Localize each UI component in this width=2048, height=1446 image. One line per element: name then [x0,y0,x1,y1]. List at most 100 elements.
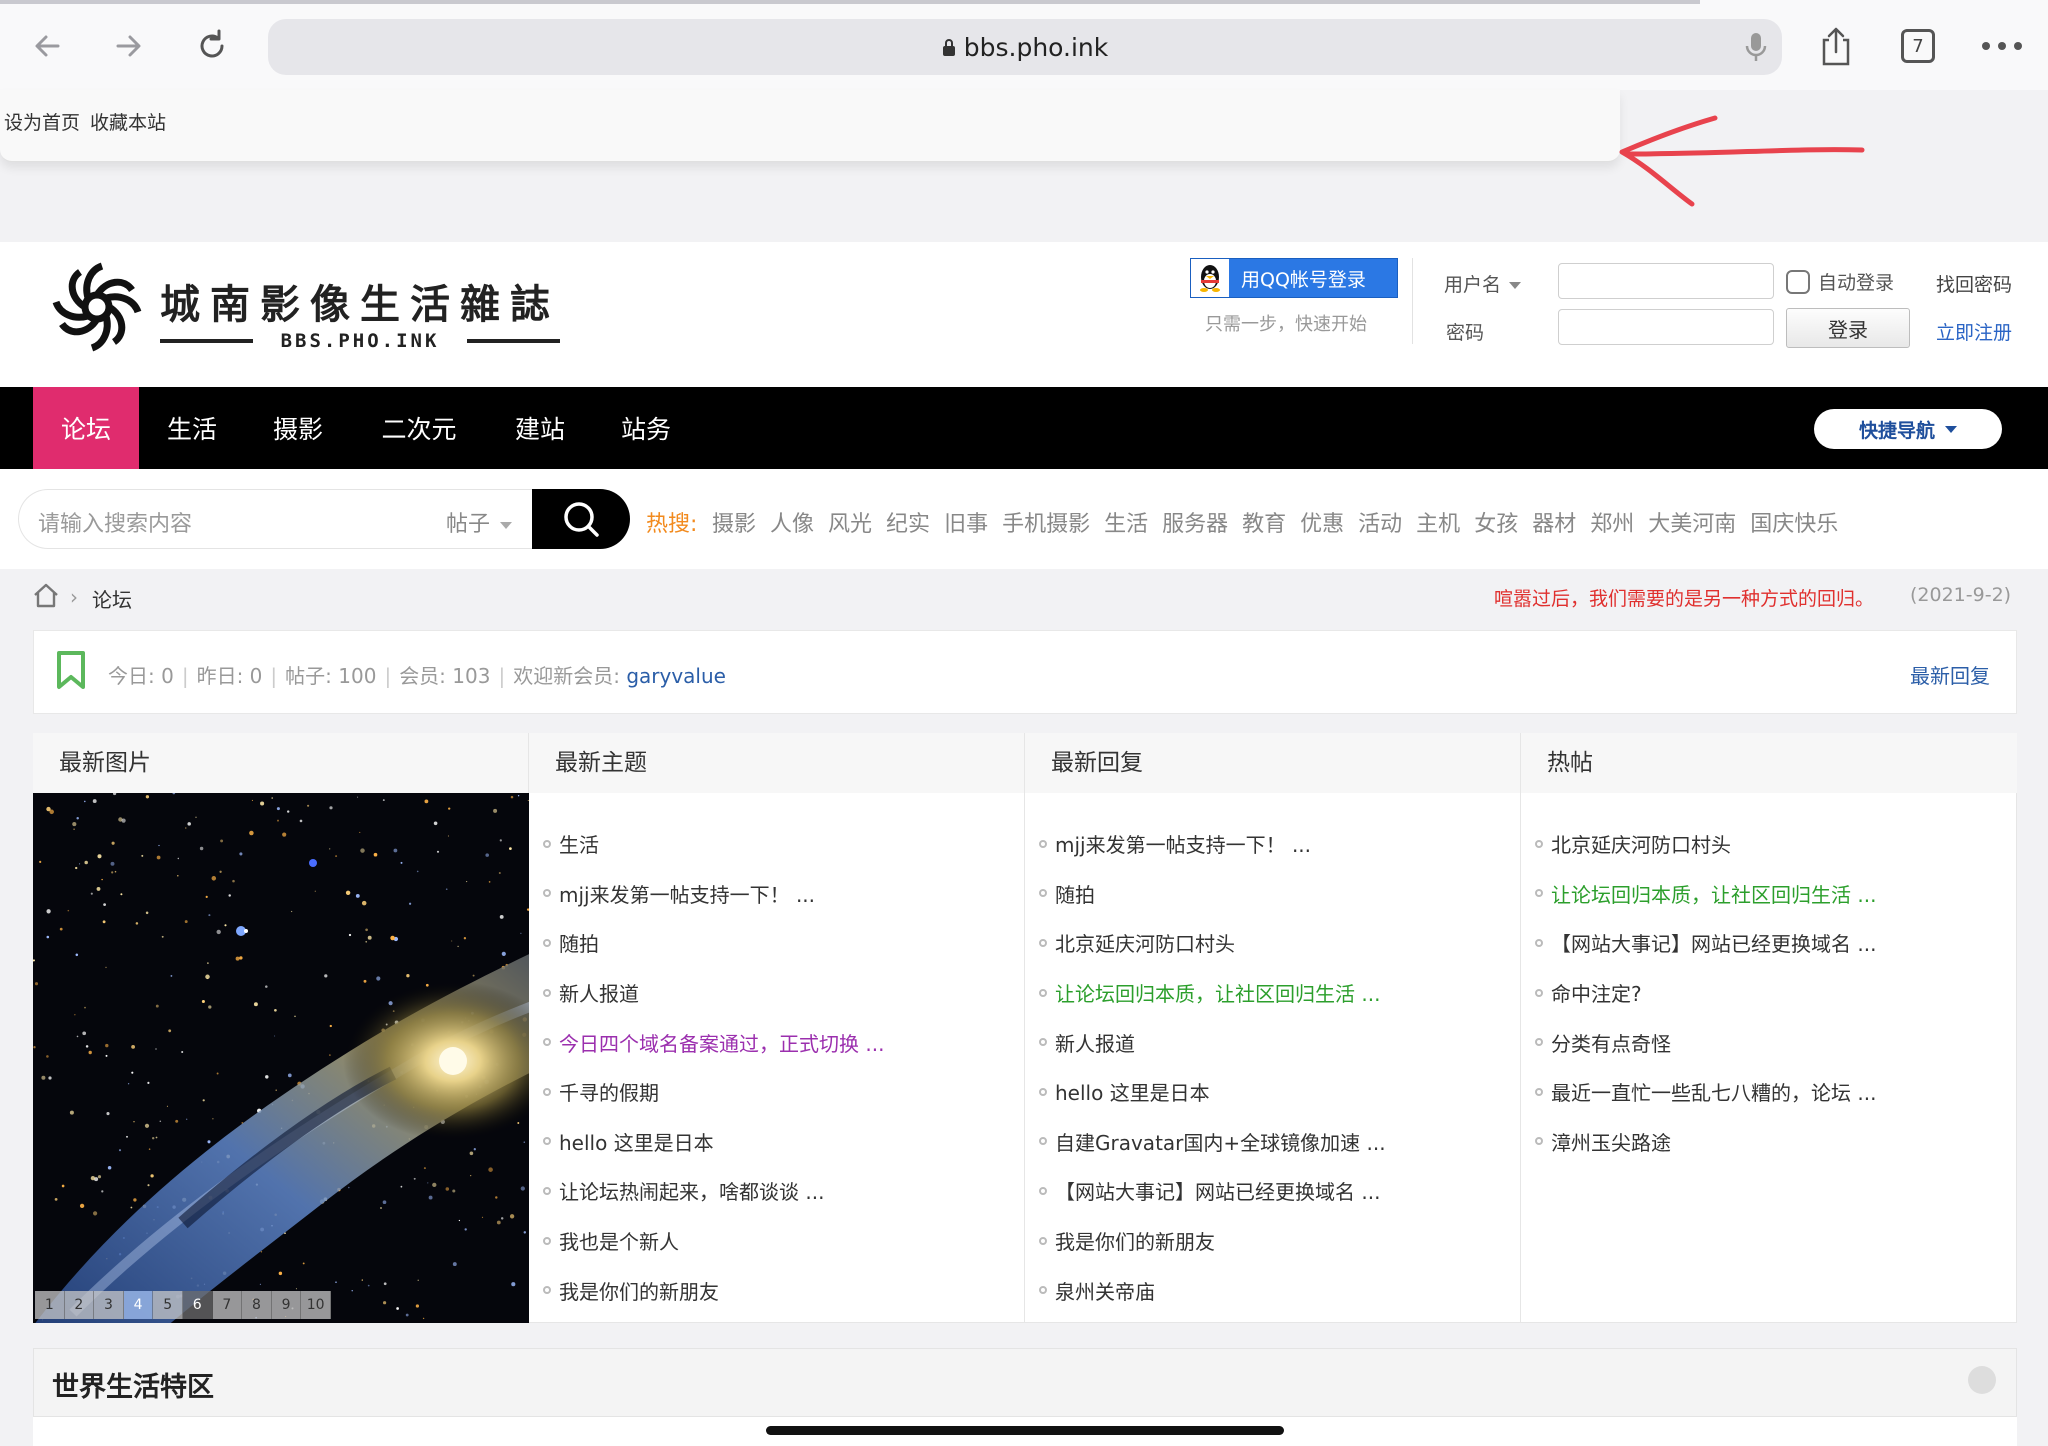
list-item[interactable]: 让论坛回归本质，让社区回归生活 ... [1535,869,1876,919]
latest-replies-column: 最新回复 mjj来发第一帖支持一下！ ... 随拍 北京延庆河防口村头 让论坛回归本质… [1025,733,1521,1323]
hot-term[interactable]: 主机 [1416,506,1460,538]
hot-term[interactable]: 手机摄影 [1002,506,1090,538]
hot-term[interactable]: 女孩 [1474,506,1518,538]
hot-term[interactable]: 教育 [1242,506,1286,538]
breadcrumb-current[interactable]: 论坛 [92,584,132,613]
list-item[interactable]: 随拍 [1039,869,1386,919]
list-item[interactable]: 今日四个域名备案通过，正式切换 ... [543,1017,884,1067]
list-item[interactable]: 我是你们的新朋友 [543,1265,884,1315]
hot-term[interactable]: 旧事 [944,506,988,538]
hot-term[interactable]: 风光 [828,506,872,538]
hot-term[interactable]: 国庆快乐 [1750,506,1838,538]
bullet-icon [1039,1186,1047,1195]
latest-reply-link[interactable]: 最新回复 [1910,660,1990,689]
pager-page[interactable]: 7 [212,1291,243,1319]
collapse-toggle-icon[interactable] [1968,1366,1996,1394]
pager-page[interactable]: 2 [64,1291,95,1319]
galaxy-photo[interactable] [33,793,529,1323]
nav-item-acg[interactable]: 二次元 [351,387,487,469]
qq-login-button[interactable]: 用QQ帐号登录 [1190,258,1398,298]
hot-term[interactable]: 活动 [1358,506,1402,538]
list-item[interactable]: 泉州关帝庙 [1039,1265,1386,1315]
forward-button[interactable] [100,18,156,74]
quick-nav-button[interactable]: 快捷导航 [1814,409,2002,449]
pager-page[interactable]: 1 [35,1291,65,1319]
list-item[interactable]: 新人报道 [543,968,884,1018]
list-item[interactable]: mjj来发第一帖支持一下！ ... [1039,819,1386,869]
list-item[interactable]: 新人报道 [1039,1017,1386,1067]
nav-item-site-affairs[interactable]: 站务 [593,387,699,469]
new-member-link[interactable]: garyvalue [626,664,726,688]
tabs-button[interactable]: 7 [1890,18,1946,74]
list-item[interactable]: hello 这里是日本 [543,1117,884,1167]
section-title[interactable]: 世界生活特区 [52,1365,214,1404]
list-item[interactable]: 漳州玉尖路途 [1535,1117,1876,1167]
home-icon[interactable] [32,582,60,608]
pager-page[interactable]: 8 [242,1291,272,1319]
hot-term[interactable]: 生活 [1104,506,1148,538]
hot-term[interactable]: 器材 [1532,506,1576,538]
list-item[interactable]: 千寻的假期 [543,1067,884,1117]
list-item[interactable]: 让论坛回归本质，让社区回归生活 ... [1039,968,1386,1018]
nav-item-forum[interactable]: 论坛 [33,387,139,469]
username-type-select[interactable]: 用户名 [1444,270,1522,297]
list-item[interactable]: 我是你们的新朋友 [1039,1216,1386,1266]
site-title[interactable]: 城南影像生活雜誌 [160,272,560,330]
username-input[interactable] [1558,263,1774,299]
list-item[interactable]: hello 这里是日本 [1039,1067,1386,1117]
list-item-title: 让论坛热闹起来，啥都谈谈 ... [559,1180,825,1205]
list-item[interactable]: 北京延庆河防口村头 [1039,918,1386,968]
list-item[interactable]: 生活 [543,819,884,869]
nav-item-webdev[interactable]: 建站 [487,387,593,469]
hot-term[interactable]: 人像 [770,506,814,538]
list-item[interactable]: 让论坛热闹起来，啥都谈谈 ... [543,1166,884,1216]
hot-term[interactable]: 摄影 [712,506,756,538]
hot-term[interactable]: 服务器 [1162,506,1228,538]
search-button[interactable] [532,489,630,549]
hot-term[interactable]: 大美河南 [1648,506,1736,538]
share-button[interactable] [1808,18,1864,74]
list-item[interactable]: 【网站大事记】网站已经更换域名 ... [1535,918,1876,968]
pager-page[interactable]: 4 [123,1291,154,1319]
site-logo[interactable] [48,258,146,356]
list-item[interactable]: 命中注定? [1535,968,1876,1018]
search-type-select[interactable]: 帖子 [446,506,513,538]
reload-button[interactable] [184,18,240,74]
register-link[interactable]: 立即注册 [1936,318,2012,345]
login-button[interactable]: 登录 [1786,308,1910,348]
pager-page[interactable]: 6 [182,1291,213,1319]
list-item[interactable]: 分类有点奇怪 [1535,1017,1876,1067]
pager-page[interactable]: 5 [153,1291,183,1319]
list-item[interactable]: 随拍 [543,918,884,968]
hot-term[interactable]: 纪实 [886,506,930,538]
bullet-icon [1535,1087,1543,1096]
list-item[interactable]: 我也是个新人 [543,1216,884,1266]
password-input[interactable] [1558,309,1774,345]
microphone-icon[interactable] [1744,31,1768,63]
pager-page[interactable]: 10 [301,1291,331,1319]
nav-item-photography[interactable]: 摄影 [245,387,351,469]
list-item[interactable]: 最近一直忙一些乱七八糟的，论坛 ... [1535,1067,1876,1117]
hot-term[interactable]: 优惠 [1300,506,1344,538]
bullet-icon [1039,1286,1047,1295]
set-home-link[interactable]: 设为首页 [4,112,80,134]
pager-page[interactable]: 9 [271,1291,302,1319]
column-title: 最新图片 [33,733,528,793]
list-item-title: 我也是个新人 [559,1230,679,1255]
bullet-icon [543,1186,551,1195]
hot-term[interactable]: 郑州 [1590,506,1634,538]
pager-page[interactable]: 3 [94,1291,124,1319]
bookmark-link[interactable]: 收藏本站 [90,112,166,134]
motto-date: (2021-9-2) [1910,584,2012,606]
list-item[interactable]: 北京延庆河防口村头 [1535,819,1876,869]
find-password-link[interactable]: 找回密码 [1936,270,2012,297]
bullet-icon [543,938,551,947]
auto-login-checkbox[interactable]: 自动登录 [1786,268,1894,295]
back-button[interactable] [20,18,76,74]
list-item[interactable]: 【网站大事记】网站已经更换域名 ... [1039,1166,1386,1216]
address-bar[interactable]: bbs.pho.ink [268,19,1782,75]
list-item[interactable]: 自建Gravatar国内+全球镜像加速 ... [1039,1117,1386,1167]
list-item[interactable]: mjj来发第一帖支持一下！ ... [543,869,884,919]
nav-item-life[interactable]: 生活 [139,387,245,469]
more-menu-button[interactable] [1974,18,2030,74]
